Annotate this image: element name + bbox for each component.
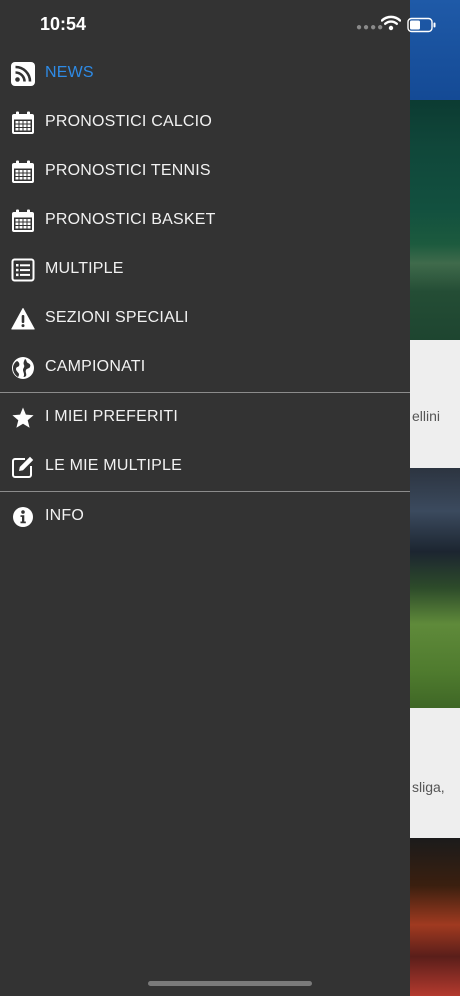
menu-item-label: I MIEI PREFERITI [45, 408, 178, 425]
menu-item-multiple[interactable]: MULTIPLE [0, 245, 410, 294]
article-image[interactable] [410, 838, 460, 996]
menu-item-pronostici-calcio[interactable]: PRONOSTICI CALCIO [0, 98, 410, 147]
star-icon [11, 406, 35, 430]
menu-item-label: MULTIPLE [45, 260, 124, 277]
menu-item-label: PRONOSTICI TENNIS [45, 162, 211, 179]
calendar-icon [11, 209, 35, 233]
menu-item-news[interactable]: NEWS [0, 49, 410, 98]
info-icon [11, 505, 35, 529]
wifi-icon [380, 15, 402, 36]
list-icon [11, 258, 35, 282]
menu-item-label: INFO [45, 507, 85, 524]
edit-icon [11, 455, 35, 479]
article-snippet: sliga, [412, 779, 445, 795]
menu-item-info[interactable]: INFO [0, 492, 410, 541]
menu-item-label: LE MIE MULTIPLE [45, 457, 182, 474]
article-image[interactable] [410, 100, 460, 340]
article-snippet: ellini [412, 408, 441, 424]
calendar-icon [11, 111, 35, 135]
menu-item-campionati[interactable]: CAMPIONATI [0, 343, 410, 392]
menu-item-label: PRONOSTICI CALCIO [45, 113, 212, 130]
globe-icon [11, 356, 35, 380]
status-time: 10:54 [40, 14, 87, 34]
article-card[interactable] [410, 340, 460, 468]
menu-item-pronostici-basket[interactable]: PRONOSTICI BASKET [0, 196, 410, 245]
menu-item-label: SEZIONI SPECIALI [45, 309, 189, 326]
menu-item-label: CAMPIONATI [45, 358, 146, 375]
signal-icon: ●●●● [356, 22, 385, 33]
status-bar: 10:54 ●●●● [0, 0, 460, 50]
menu-item-label: PRONOSTICI BASKET [45, 211, 216, 228]
warning-icon [11, 307, 35, 331]
side-drawer: NEWS PRONOSTICI CALCIO PRONOSTICI TENNIS… [0, 0, 410, 996]
menu-item-miei-preferiti[interactable]: I MIEI PREFERITI [0, 393, 410, 442]
menu-item-pronostici-tennis[interactable]: PRONOSTICI TENNIS [0, 147, 410, 196]
battery-icon [407, 17, 437, 38]
rss-icon [11, 62, 35, 86]
home-indicator[interactable] [148, 981, 312, 986]
article-card[interactable] [410, 708, 460, 838]
menu-item-mie-multiple[interactable]: LE MIE MULTIPLE [0, 442, 410, 491]
menu-item-sezioni-speciali[interactable]: SEZIONI SPECIALI [0, 294, 410, 343]
drawer-menu: NEWS PRONOSTICI CALCIO PRONOSTICI TENNIS… [0, 49, 410, 541]
article-image[interactable] [410, 468, 460, 708]
calendar-icon [11, 160, 35, 184]
menu-item-label: NEWS [45, 64, 94, 81]
